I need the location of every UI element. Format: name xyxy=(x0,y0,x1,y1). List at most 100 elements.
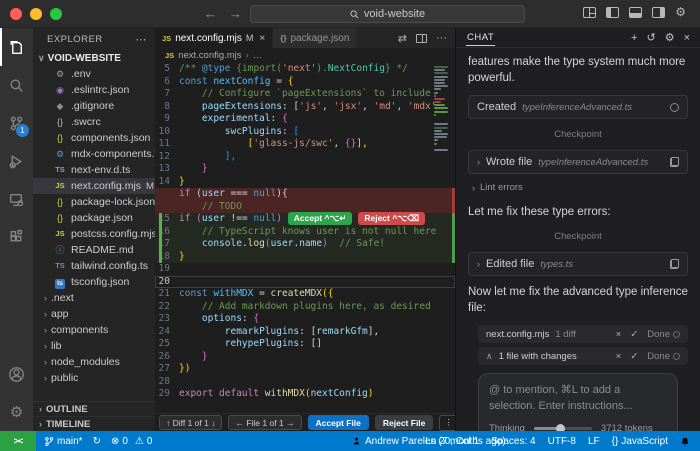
files-with-changes-row[interactable]: ∧ 1 file with changes × ✓ Done xyxy=(478,347,688,366)
close-window-button[interactable] xyxy=(10,8,22,20)
reject-diff-button[interactable]: Reject ^⌥⌫ xyxy=(358,212,425,225)
close-chat-icon[interactable]: × xyxy=(684,32,690,44)
run-debug-icon[interactable] xyxy=(0,142,33,180)
file-item[interactable]: ◆ .gitignore xyxy=(33,98,155,114)
back-icon[interactable]: ← xyxy=(204,6,217,21)
reject-x-icon[interactable]: × xyxy=(616,329,622,340)
sidebar-section-outline[interactable]: › OUTLINE xyxy=(33,401,155,416)
token-count: 3712 tokens xyxy=(600,423,653,431)
toggle-panel-icon[interactable] xyxy=(629,7,643,18)
remote-explorer-icon[interactable] xyxy=(0,180,33,218)
source-control-icon[interactable]: 1 xyxy=(0,104,33,142)
file-type-icon: JS xyxy=(55,181,65,190)
file-item[interactable]: ts tsconfig.json xyxy=(33,274,155,290)
file-item[interactable]: {} package.json xyxy=(33,210,155,226)
checkpoint-label[interactable]: Checkpoint xyxy=(468,129,688,140)
new-chat-icon[interactable]: + xyxy=(631,32,637,44)
accept-check-icon[interactable]: ✓ xyxy=(630,329,638,340)
accept-diff-button[interactable]: Accept ^⌥↵ xyxy=(287,212,353,225)
file-item[interactable]: {} package-lock.json xyxy=(33,194,155,210)
chat-input-box[interactable]: @ to mention, ⌘L to add a selection. Ent… xyxy=(478,373,678,431)
done-toggle[interactable] xyxy=(673,352,680,360)
file-item[interactable]: {} .swcrc xyxy=(33,114,155,130)
git-branch-item[interactable]: main* xyxy=(44,436,83,447)
vscode-window: ← → void-website ⚙ 1 ⚙ EXPLORER ⋯ ∨ VOID… xyxy=(0,0,700,451)
explorer-more-actions-icon[interactable]: ⋯ xyxy=(136,33,148,46)
file-item[interactable]: TS next-env.d.ts xyxy=(33,162,155,178)
workspace-root-folder[interactable]: ∨ VOID-WEBSITE xyxy=(33,50,155,66)
accounts-icon[interactable] xyxy=(0,355,33,393)
language-mode-item[interactable]: {} JavaScript xyxy=(612,436,668,447)
diff-nav-control[interactable]: ↑ Diff 1 of 1 ↓ xyxy=(159,415,223,430)
notifications-bell-icon[interactable] xyxy=(680,436,690,447)
done-toggle[interactable] xyxy=(673,330,680,338)
file-type-icon: JS xyxy=(55,229,65,238)
folder-item[interactable]: › lib xyxy=(33,338,155,354)
sync-icon[interactable]: ↻ xyxy=(93,436,101,447)
chevron-right-icon: › xyxy=(44,325,47,335)
minimize-window-button[interactable] xyxy=(30,8,42,20)
line-number xyxy=(155,201,179,214)
git-modified-badge: M xyxy=(146,180,154,192)
warnings-icon: ⚠ xyxy=(134,435,144,447)
forward-icon[interactable]: → xyxy=(229,6,242,21)
file-item[interactable]: TS tailwind.config.ts xyxy=(33,258,155,274)
search-sidebar-icon[interactable] xyxy=(0,66,33,104)
remote-indicator[interactable]: >< xyxy=(0,431,36,451)
chat-settings-icon[interactable]: ⚙ xyxy=(665,31,675,44)
file-item[interactable]: JS next.config.mjs M xyxy=(33,178,155,194)
minimap-line xyxy=(434,136,448,139)
settings-gear-icon[interactable]: ⚙ xyxy=(0,393,33,431)
folder-item[interactable]: › .next xyxy=(33,290,155,306)
toggle-primary-sidebar-icon[interactable] xyxy=(606,7,620,18)
code-editor[interactable]: 5/** @type {import('next').NextConfig} *… xyxy=(155,63,455,413)
accept-file-button[interactable]: Accept File xyxy=(307,415,369,430)
folder-item[interactable]: › node_modules xyxy=(33,354,155,370)
lint-errors-disclosure[interactable]: › Lint errors xyxy=(472,182,688,193)
file-item[interactable]: {} components.json xyxy=(33,130,155,146)
close-tab-icon[interactable]: × xyxy=(259,33,265,44)
eol-item[interactable]: LF xyxy=(588,436,600,447)
minimap[interactable] xyxy=(434,66,449,152)
file-item[interactable]: ⚙ mdx-components.tsx xyxy=(33,146,155,162)
file-nav-control[interactable]: ← File 1 of 1 → xyxy=(228,415,302,430)
tab-package-json[interactable]: {} package.json xyxy=(272,28,357,48)
problems-item[interactable]: ⊗ 0 ⚠ 0 xyxy=(111,436,152,447)
split-editor-icon[interactable] xyxy=(416,33,427,43)
sidebar-section-timeline[interactable]: › TIMELINE xyxy=(33,416,155,431)
checkpoint-label[interactable]: Checkpoint xyxy=(468,231,688,242)
copy-icon[interactable] xyxy=(670,157,679,168)
chat-tab[interactable]: CHAT xyxy=(466,29,496,46)
maximize-window-button[interactable] xyxy=(50,8,62,20)
reject-x-icon[interactable]: × xyxy=(616,351,622,362)
reject-file-button[interactable]: Reject File xyxy=(374,415,434,430)
customize-layout-icon[interactable] xyxy=(583,7,597,18)
folder-item[interactable]: › public xyxy=(33,370,155,386)
file-item[interactable]: JS postcss.config.mjs xyxy=(33,226,155,242)
created-file-card[interactable]: Created typeInferenceAdvanced.ts xyxy=(468,95,688,120)
file-item[interactable]: ⓘ README.md xyxy=(33,242,155,258)
edited-file-card[interactable]: › Edited file types.ts xyxy=(468,252,688,277)
accept-check-icon[interactable]: ✓ xyxy=(630,351,638,362)
folder-item[interactable]: › app xyxy=(33,306,155,322)
code-line: 26 } xyxy=(155,351,455,364)
wrote-file-card[interactable]: › Wrote file typeInferenceAdvanced.ts xyxy=(468,150,688,175)
chat-history-icon[interactable]: ↺ xyxy=(646,31,655,44)
explorer-icon[interactable] xyxy=(0,28,33,66)
extensions-icon[interactable] xyxy=(0,218,33,256)
editor-more-actions-icon[interactable]: ··· xyxy=(436,32,447,44)
code-line: 18} xyxy=(155,250,455,263)
copy-icon[interactable] xyxy=(670,259,679,270)
blame-annotation[interactable]: Andrew Pareles (7 months ago) xyxy=(352,436,506,447)
open-changes-icon[interactable]: ⇄ xyxy=(398,32,407,45)
tab-next-config[interactable]: JS next.config.mjs M × xyxy=(155,28,273,48)
diff-file-row[interactable]: next.config.mjs 1 diff × ✓ Done xyxy=(478,325,688,344)
command-center-search[interactable]: void-website xyxy=(250,5,525,23)
encoding-item[interactable]: UTF-8 xyxy=(548,436,576,447)
layout-settings-icon[interactable]: ⚙ xyxy=(675,6,686,18)
file-item[interactable]: ◉ .eslintrc.json xyxy=(33,82,155,98)
file-item[interactable]: ⚙ .env xyxy=(33,66,155,82)
breadcrumb[interactable]: JS next.config.mjs › … xyxy=(155,48,455,63)
folder-item[interactable]: › components xyxy=(33,322,155,338)
toggle-secondary-sidebar-icon[interactable] xyxy=(652,7,666,18)
